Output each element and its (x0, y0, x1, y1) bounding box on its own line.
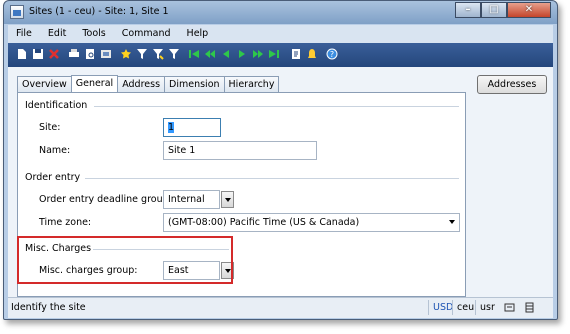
tab-dimension[interactable]: Dimension (164, 76, 225, 93)
previous-page-icon[interactable] (204, 48, 216, 60)
print-icon[interactable] (68, 48, 80, 60)
menu-tools[interactable]: Tools (74, 25, 113, 43)
site-label: Site: (39, 122, 61, 133)
menu-command[interactable]: Command (114, 25, 179, 43)
save-icon[interactable] (32, 48, 44, 60)
site-field[interactable]: 1 (163, 118, 221, 137)
title-bar[interactable]: Sites (1 - ceu) - Site: 1, Site 1 – □ ✕ (4, 1, 557, 23)
delete-icon[interactable] (48, 48, 60, 60)
new-icon[interactable] (16, 48, 28, 60)
document-handling-icon[interactable] (290, 48, 302, 60)
close-button[interactable]: ✕ (507, 2, 551, 18)
deadline-group-field[interactable]: Internal (163, 190, 220, 209)
toolbar: ? (8, 43, 553, 67)
deadline-group-dropdown-button[interactable] (221, 191, 234, 208)
identification-group-title: Identification (25, 100, 88, 111)
print-preview-icon[interactable] (84, 48, 96, 60)
order-entry-group-title: Order entry (25, 172, 81, 183)
time-zone-value: (GMT-08:00) Pacific Time (US & Canada) (168, 217, 360, 228)
next-record-icon[interactable] (236, 48, 248, 60)
menu-edit[interactable]: Edit (40, 25, 74, 43)
name-label: Name: (39, 145, 71, 156)
order-entry-divider (85, 178, 459, 179)
identification-divider (94, 106, 459, 107)
session-icon[interactable] (504, 302, 515, 313)
status-bar: Identify the site USD ceu usr (8, 297, 553, 318)
advanced-filter-icon[interactable] (152, 48, 164, 60)
previous-record-icon[interactable] (220, 48, 232, 60)
deadline-group-label: Order entry deadline group: (39, 194, 172, 205)
menu-file[interactable]: File (8, 25, 40, 43)
remove-filter-icon[interactable] (168, 48, 180, 60)
filter-by-selection-icon[interactable] (120, 48, 132, 60)
next-page-icon[interactable] (252, 48, 264, 60)
chevron-down-icon (449, 220, 455, 224)
status-company[interactable]: ceu (452, 300, 474, 315)
window-title: Sites (1 - ceu) - Site: 1, Site 1 (29, 6, 169, 17)
time-zone-label: Time zone: (39, 217, 92, 228)
minimize-button[interactable]: – (455, 2, 481, 18)
first-record-icon[interactable] (188, 48, 200, 60)
filter-icon[interactable] (136, 48, 148, 60)
tab-hierarchy[interactable]: Hierarchy (223, 76, 280, 93)
svg-text:?: ? (330, 50, 334, 59)
app-icon[interactable] (10, 5, 24, 19)
tab-address[interactable]: Address (117, 76, 166, 93)
status-currency[interactable]: USD (428, 300, 453, 315)
status-help-text: Identify the site (11, 302, 86, 313)
tab-strip: Overview General Address Dimension Hiera… (17, 75, 280, 93)
tab-general[interactable]: General (70, 75, 119, 93)
site-field-value: 1 (168, 122, 175, 133)
time-zone-select[interactable]: (GMT-08:00) Pacific Time (US & Canada) (163, 213, 460, 232)
misc-charges-highlight (17, 236, 233, 284)
database-icon[interactable] (524, 302, 535, 313)
menu-help[interactable]: Help (179, 25, 217, 43)
maximize-button[interactable]: □ (481, 2, 507, 18)
last-record-icon[interactable] (268, 48, 280, 60)
alert-icon[interactable] (306, 48, 318, 60)
name-field[interactable]: Site 1 (163, 141, 317, 160)
export-icon[interactable] (100, 48, 112, 60)
addresses-button[interactable]: Addresses (477, 75, 547, 94)
help-icon[interactable]: ? (326, 48, 338, 60)
status-user[interactable]: usr (475, 300, 495, 315)
tab-overview[interactable]: Overview (17, 76, 72, 93)
menu-bar: File Edit Tools Command Help (8, 25, 553, 43)
window-controls: – □ ✕ (455, 2, 551, 18)
